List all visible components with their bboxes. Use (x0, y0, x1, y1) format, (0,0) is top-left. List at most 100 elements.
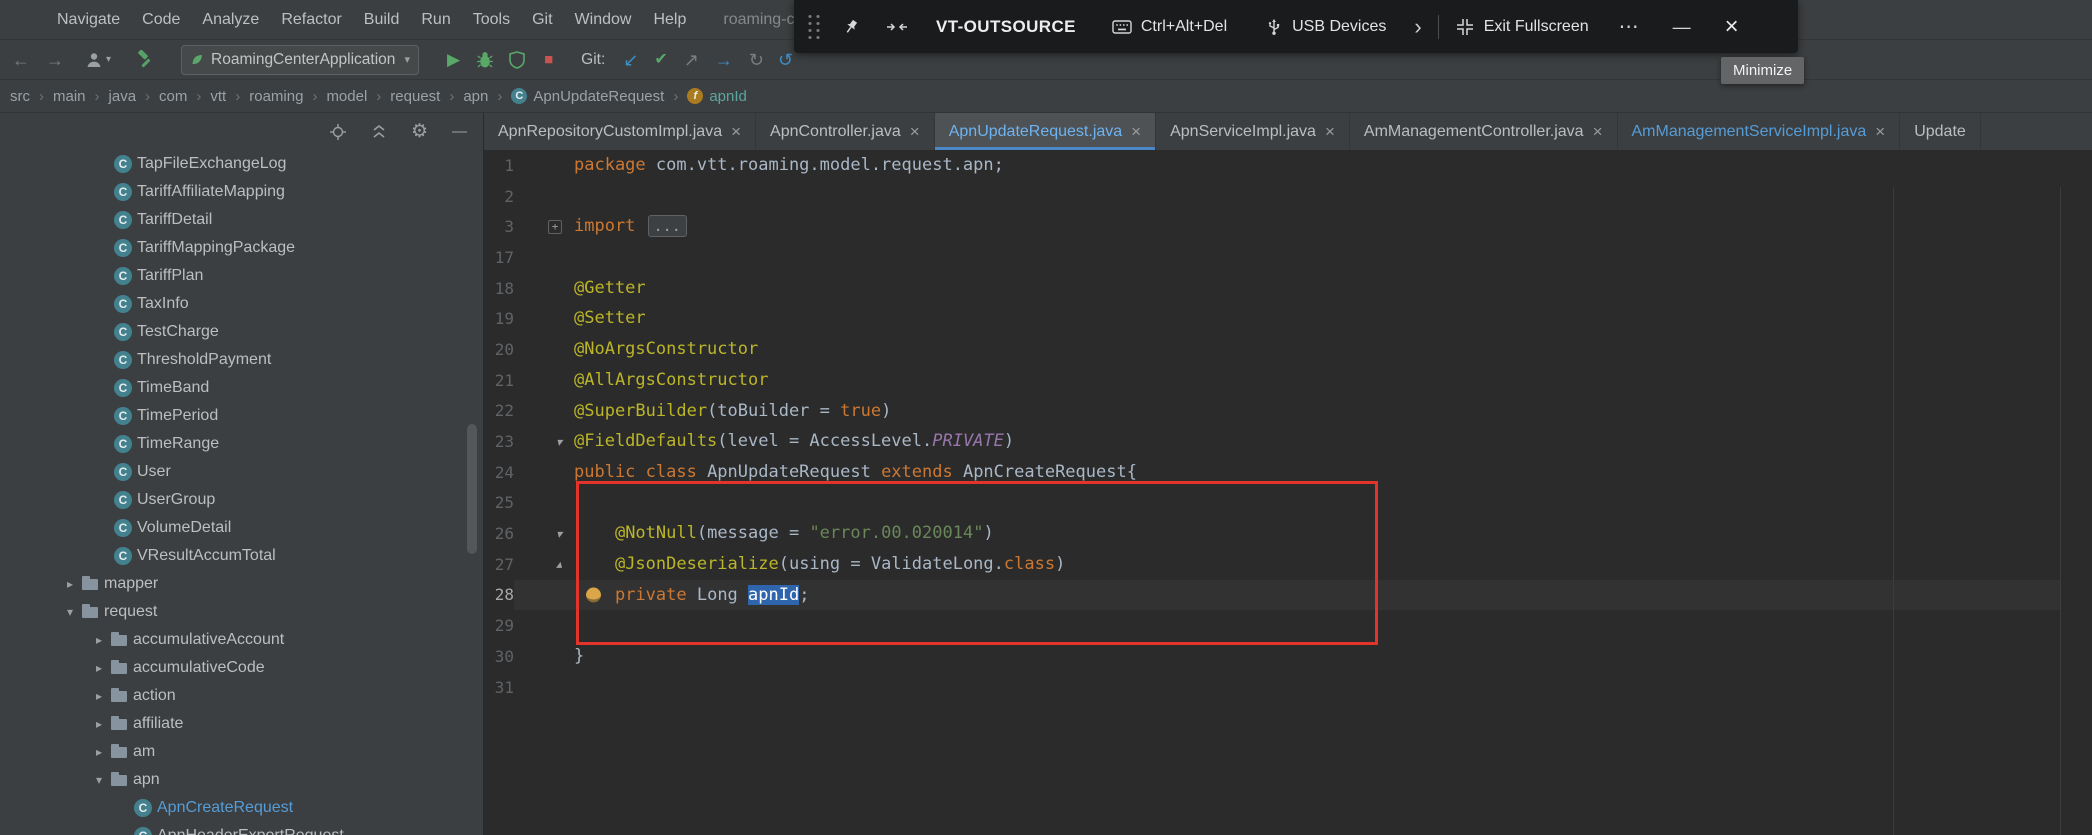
menu-item[interactable]: Help (642, 11, 697, 29)
tree-item[interactable]: ApnCreateRequest (0, 794, 483, 822)
tree-item[interactable]: TapFileExchangeLog (0, 150, 483, 178)
tab-close-icon[interactable] (1131, 123, 1141, 140)
converge-arrows-icon[interactable] (886, 19, 908, 35)
tree-item[interactable]: TimePeriod (0, 402, 483, 430)
editor-tab[interactable]: Update (1900, 113, 1981, 150)
tree-item[interactable]: TariffDetail (0, 206, 483, 234)
editor-tab[interactable]: AmManagementController.java (1350, 113, 1618, 150)
gutter-fold-column[interactable] (514, 150, 574, 181)
run-button[interactable] (447, 51, 460, 68)
user-icon[interactable]: ▾ (84, 50, 111, 70)
tree-item[interactable]: TestCharge (0, 318, 483, 346)
gutter-fold-column[interactable] (514, 549, 574, 580)
code-line[interactable]: 22 @SuperBuilder(toBuilder = true) (484, 396, 2060, 427)
git-commit-icon[interactable] (654, 52, 667, 68)
build-hammer-icon[interactable] (135, 50, 155, 70)
tree-expand-arrow-icon[interactable] (89, 745, 109, 759)
nav-back-icon[interactable] (12, 51, 30, 69)
tree-item[interactable]: TariffMappingPackage (0, 234, 483, 262)
breadcrumb-item[interactable]: main (30, 88, 86, 105)
breadcrumb-item[interactable]: java (86, 88, 137, 105)
tree-item[interactable]: accumulativeCode (0, 654, 483, 682)
hide-panel-icon[interactable] (452, 124, 467, 139)
menu-item[interactable]: Code (131, 11, 191, 29)
gutter-fold-column[interactable] (514, 580, 574, 611)
gutter-fold-column[interactable] (514, 457, 574, 488)
breadcrumb-item[interactable]: request (367, 88, 440, 105)
code-line[interactable]: 3 import ... (484, 211, 2060, 242)
intention-bulb-icon[interactable] (586, 587, 601, 602)
gutter-fold-column[interactable] (514, 242, 574, 273)
run-config-select[interactable]: RoamingCenterApplication ▾ (181, 45, 419, 75)
editor-tab[interactable]: ApnServiceImpl.java (1156, 113, 1350, 150)
editor-tab[interactable]: ApnUpdateRequest.java (935, 113, 1156, 150)
collapse-all-icon[interactable] (371, 124, 387, 140)
git-compare-icon[interactable] (715, 51, 733, 69)
code-line[interactable]: 23 @FieldDefaults(level = AccessLevel.PR… (484, 426, 2060, 457)
tree-item[interactable]: TaxInfo (0, 290, 483, 318)
breadcrumb-item[interactable]: model (303, 88, 367, 105)
ctrl-alt-del-button[interactable]: Ctrl+Alt+Del (1112, 18, 1227, 36)
editor-tab[interactable]: ApnController.java (756, 113, 935, 150)
menu-item[interactable]: Run (410, 11, 461, 29)
tab-close-icon[interactable] (1325, 123, 1335, 140)
code-line[interactable]: 18 @Getter (484, 273, 2060, 304)
menu-item[interactable]: Build (353, 11, 411, 29)
tree-item[interactable]: ThresholdPayment (0, 346, 483, 374)
code-line[interactable]: 17 (484, 242, 2060, 273)
tree-item[interactable]: TimeBand (0, 374, 483, 402)
gutter-fold-column[interactable] (514, 610, 574, 641)
tree-item[interactable]: action (0, 682, 483, 710)
tree-expand-arrow-icon[interactable] (60, 605, 80, 619)
gutter-fold-column[interactable] (514, 518, 574, 549)
code-line[interactable]: 1 package com.vtt.roaming.model.request.… (484, 150, 2060, 181)
menu-item[interactable]: Window (564, 11, 643, 29)
tree-item[interactable]: VResultAccumTotal (0, 542, 483, 570)
gutter-fold-column[interactable] (514, 334, 574, 365)
tree-item[interactable]: TariffAffiliateMapping (0, 178, 483, 206)
ellipsis-icon[interactable] (1619, 17, 1639, 37)
nav-forward-icon[interactable] (46, 51, 64, 69)
breadcrumb-item[interactable]: com (136, 88, 187, 105)
tree-item[interactable]: affiliate (0, 710, 483, 738)
menu-item[interactable]: Refactor (270, 11, 352, 29)
editor-tab[interactable]: ApnRepositoryCustomImpl.java (484, 113, 756, 150)
tree-expand-arrow-icon[interactable] (89, 773, 109, 787)
chevron-right-icon[interactable] (1414, 16, 1421, 38)
fold-marker-icon[interactable] (556, 527, 562, 541)
pin-icon[interactable] (842, 18, 860, 36)
menu-item[interactable]: Git (521, 11, 563, 29)
editor-tab[interactable]: AmManagementServiceImpl.java (1618, 113, 1901, 150)
tab-close-icon[interactable] (1875, 123, 1885, 140)
code-line[interactable]: 2 (484, 181, 2060, 212)
gutter-fold-column[interactable] (514, 181, 574, 212)
minimize-icon[interactable] (1673, 18, 1691, 36)
gutter-fold-column[interactable] (514, 396, 574, 427)
breadcrumb-item[interactable]: vtt (187, 88, 226, 105)
code-line[interactable]: 31 (484, 672, 2060, 703)
code-line[interactable]: 20 @NoArgsConstructor (484, 334, 2060, 365)
tree-item[interactable]: UserGroup (0, 486, 483, 514)
code-line[interactable]: 30 } (484, 641, 2060, 672)
fold-marker-icon[interactable] (556, 557, 562, 571)
drag-handle[interactable] (806, 13, 822, 41)
tab-close-icon[interactable] (1593, 123, 1603, 140)
gutter-fold-column[interactable] (514, 365, 574, 396)
code-line[interactable]: 29 (484, 610, 2060, 641)
project-scrollbar[interactable] (467, 424, 477, 554)
tree-item[interactable]: apn (0, 766, 483, 794)
tree-expand-arrow-icon[interactable] (89, 689, 109, 703)
usb-devices-button[interactable]: USB Devices (1265, 18, 1386, 36)
menu-item[interactable]: Tools (462, 11, 521, 29)
code-line[interactable]: 28 private Long apnId; (484, 580, 2060, 611)
tree-item[interactable]: VolumeDetail (0, 514, 483, 542)
refresh-icon[interactable] (749, 51, 764, 69)
tree-item[interactable]: ApnHeaderExportRequest (0, 822, 483, 835)
menu-item[interactable]: Navigate (46, 11, 131, 29)
gutter-fold-column[interactable] (514, 303, 574, 334)
gutter-fold-column[interactable] (514, 426, 574, 457)
tree-expand-arrow-icon[interactable] (89, 661, 109, 675)
code-line[interactable]: 25 (484, 488, 2060, 519)
tab-close-icon[interactable] (731, 123, 741, 140)
gutter-fold-column[interactable] (514, 672, 574, 703)
